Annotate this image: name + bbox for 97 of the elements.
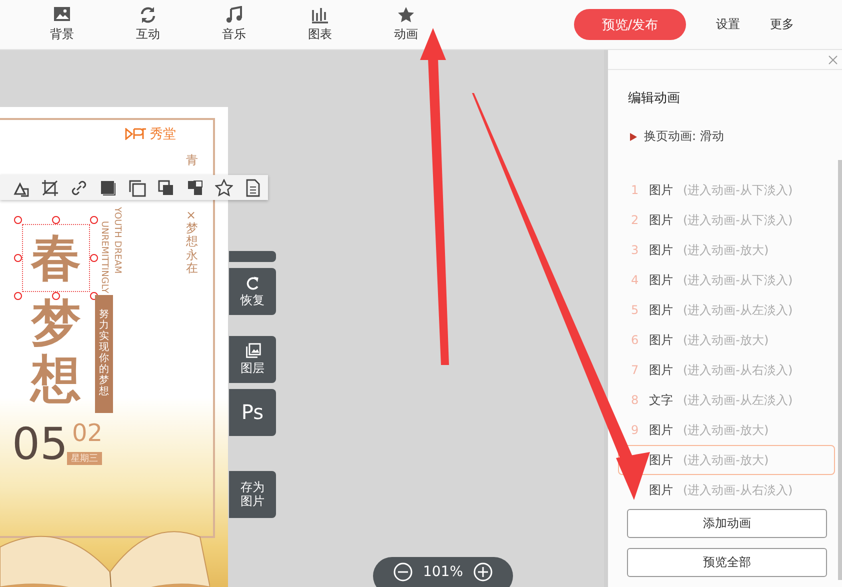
layers-icon (244, 343, 260, 360)
panel-button[interactable]: 预览全部 (627, 548, 827, 577)
zoom-out-button[interactable] (392, 562, 413, 582)
toolbar-tab[interactable]: 图表 (277, 6, 363, 43)
poster-weekday: 星期三 (67, 452, 102, 465)
close-button[interactable] (828, 54, 838, 64)
poster-title-character: 想 (31, 354, 81, 404)
group-icon[interactable] (186, 178, 204, 196)
panel-button[interactable]: 添加动画 (627, 509, 827, 538)
image-icon (53, 6, 71, 24)
item-number: 9 (631, 423, 640, 437)
music-note-icon (225, 6, 243, 24)
scrollbar[interactable] (838, 160, 842, 580)
item-number: 8 (631, 393, 640, 407)
item-effect: (进入动画-从右淡入) (683, 362, 793, 378)
document-icon[interactable] (244, 178, 262, 196)
item-number: 4 (631, 273, 640, 287)
item-target: 图片 (649, 362, 673, 378)
animation-item[interactable]: 图片 (进入动画-从右淡入) (618, 475, 835, 505)
item-target: 文字 (649, 392, 673, 408)
animation-item[interactable]: 9 图片 (进入动画-放大) (618, 415, 835, 445)
toolbar-tab[interactable]: 背景 (19, 6, 105, 43)
link-icon[interactable] (70, 178, 88, 196)
item-effect: (进入动画-从左淡入) (683, 392, 793, 408)
brand-text: 秀堂 (150, 126, 176, 143)
menu-link[interactable]: 更多 (770, 16, 794, 33)
triangle-icon (630, 132, 637, 140)
item-target: 图片 (649, 452, 673, 468)
item-effect: (进入动画-从下淡入) (683, 182, 793, 198)
poster-vertical-text: 青 (186, 154, 198, 168)
item-target: 图片 (649, 332, 673, 348)
crop-icon[interactable] (41, 178, 59, 196)
toolbar-tab[interactable]: 动画 (363, 6, 449, 43)
animation-item[interactable]: 1 图片 (进入动画-从下淡入) (618, 175, 835, 205)
item-number: 7 (631, 363, 640, 377)
item-number: 6 (631, 333, 640, 347)
star-icon[interactable] (215, 178, 233, 196)
item-target: 图片 (649, 302, 673, 318)
poster-english-text: YOUTH DREAM (112, 207, 122, 274)
resize-handle[interactable] (14, 254, 22, 262)
item-effect: (进入动画-从右淡入) (683, 482, 793, 498)
animation-item[interactable]: 3 图片 (进入动画-放大) (618, 235, 835, 265)
item-target: 图片 (649, 242, 673, 258)
resize-handle[interactable] (52, 216, 60, 224)
panel-title: 编辑动画 (628, 90, 681, 107)
poster-title-character: 梦 (31, 298, 81, 348)
item-number: 3 (631, 243, 640, 257)
star-icon (397, 6, 415, 24)
item-number: 1 (631, 183, 640, 197)
resize-handle[interactable] (52, 292, 60, 300)
poster-english-text: UNREMITTINGLY (99, 221, 109, 294)
redo-icon (244, 275, 260, 292)
resize-handle[interactable] (14, 216, 22, 224)
resize-handle[interactable] (90, 216, 98, 224)
publish-button[interactable]: 预览/发布 (574, 9, 686, 40)
layer-order-icon[interactable] (157, 178, 175, 196)
side-tool-button[interactable]: 恢复 (229, 268, 276, 315)
item-effect: (进入动画-放大) (683, 452, 769, 468)
side-tool-button[interactable]: 存为图片 (229, 471, 276, 518)
animation-item[interactable]: 7 图片 (进入动画-从右淡入) (618, 355, 835, 385)
item-effect: (进入动画-放大) (683, 422, 769, 438)
bar-chart-icon (311, 6, 329, 24)
animation-item[interactable]: 4 图片 (进入动画-从下淡入) (618, 265, 835, 295)
side-tool-button[interactable]: Ps (229, 389, 276, 436)
poster-day: 05 (12, 419, 68, 470)
animation-item[interactable]: 2 图片 (进入动画-从下淡入) (618, 205, 835, 235)
item-effect: (进入动画-从左淡入) (683, 302, 793, 318)
logo-icon (125, 128, 147, 140)
item-target: 图片 (649, 182, 673, 198)
item-effect: (进入动画-从下淡入) (683, 212, 793, 228)
animation-item[interactable]: 6 图片 (进入动画-放大) (618, 325, 835, 355)
item-target: 图片 (649, 212, 673, 228)
side-tool-button[interactable]: 图层 (229, 336, 276, 383)
page-transition-toggle[interactable]: 换页动画: 滑动 (630, 128, 842, 145)
resize-handle[interactable] (90, 254, 98, 262)
zoom-in-button[interactable] (473, 562, 494, 582)
refresh-icon (139, 6, 157, 24)
zoom-level: 101% (422, 564, 464, 580)
animation-item[interactable]: 5 图片 (进入动画-从左淡入) (618, 295, 835, 325)
item-target: 图片 (649, 422, 673, 438)
poster-tag: 努力实现你的梦想 (95, 295, 113, 413)
item-effect: (进入动画-放大) (683, 332, 769, 348)
item-target: 图片 (649, 482, 673, 498)
resize-handle[interactable] (14, 292, 22, 300)
copy-icon[interactable] (128, 178, 146, 196)
toolbar-tab[interactable]: 互动 (105, 6, 191, 43)
item-number: 5 (631, 303, 640, 317)
item-target: 图片 (649, 272, 673, 288)
poster-month: 02 (72, 419, 103, 447)
animation-item[interactable]: 8 文字 (进入动画-从左淡入) (618, 385, 835, 415)
bring-front-icon[interactable] (99, 178, 117, 196)
item-effect: (进入动画-从下淡入) (683, 272, 793, 288)
poster-vertical-text: ×梦想永在 (186, 209, 198, 275)
toolbar-tab[interactable]: 音乐 (191, 6, 277, 43)
menu-link[interactable]: 设置 (716, 16, 740, 33)
item-number: 2 (631, 213, 640, 227)
item-effect: (进入动画-放大) (683, 242, 769, 258)
